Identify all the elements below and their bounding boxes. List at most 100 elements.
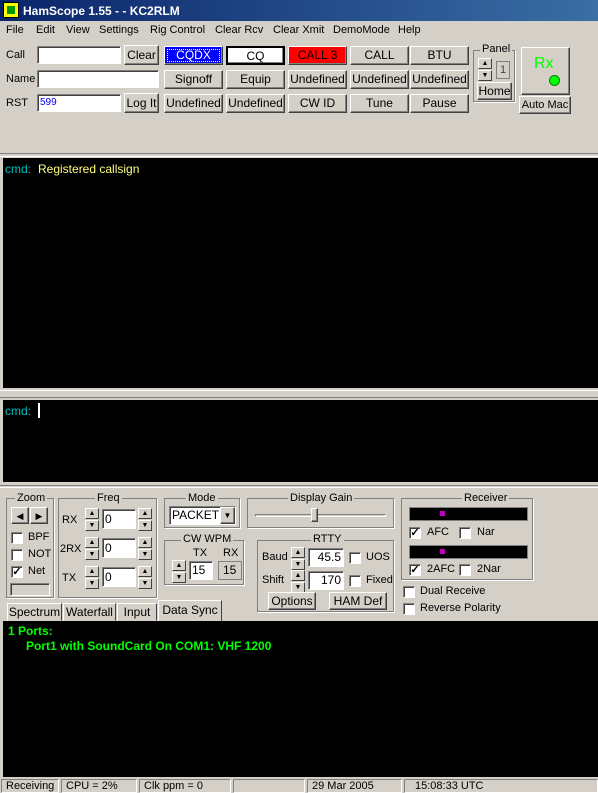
zoom-left-icon[interactable]: ◀ — [11, 507, 29, 524]
menu-help[interactable]: Help — [398, 24, 421, 36]
splitter[interactable] — [0, 390, 598, 398]
options-button[interactable]: Options — [268, 592, 316, 610]
down-arrow-icon[interactable]: ▼ — [138, 549, 152, 560]
tab-input[interactable]: Input — [117, 603, 157, 621]
up-arrow-icon[interactable]: ▲ — [138, 508, 152, 519]
up-arrow-icon[interactable]: ▲ — [85, 508, 99, 519]
name-input[interactable] — [37, 70, 159, 88]
down-arrow-icon[interactable]: ▼ — [138, 520, 152, 531]
shift-spinner[interactable]: ▲ ▼ — [291, 570, 305, 594]
macro-undefined-button[interactable]: Undefined — [226, 94, 285, 113]
down-arrow-icon[interactable]: ▼ — [85, 520, 99, 531]
ham-def-button[interactable]: HAM Def — [329, 592, 387, 610]
mode-select[interactable]: PACKET ▼ — [169, 506, 236, 525]
down-arrow-icon[interactable]: ▼ — [138, 578, 152, 589]
receiver-tuning-bar[interactable] — [409, 507, 528, 521]
macro-tune-button[interactable]: Tune — [350, 94, 409, 113]
macro-pause-button[interactable]: Pause — [410, 94, 469, 113]
down-arrow-icon[interactable]: ▼ — [291, 559, 305, 570]
baud-spinner[interactable]: ▲ ▼ — [291, 547, 305, 571]
dual-receive-checkbox[interactable] — [403, 586, 415, 598]
down-arrow-icon[interactable]: ▼ — [85, 578, 99, 589]
menu-view[interactable]: View — [66, 24, 90, 36]
nar-checkbox[interactable] — [459, 527, 471, 539]
tx-freq-spinner[interactable]: ▲ ▼ — [85, 566, 99, 590]
up-arrow-icon[interactable]: ▲ — [85, 537, 99, 548]
tuning-marker-icon — [440, 549, 445, 554]
fixed-checkbox[interactable] — [349, 575, 361, 587]
data-sync-window[interactable]: 1 Ports: Port1 with SoundCard On COM1: V… — [3, 621, 598, 777]
rx2-freq-spinner-2[interactable]: ▲ ▼ — [138, 537, 152, 561]
up-arrow-icon[interactable]: ▲ — [85, 566, 99, 577]
macro-undefined-button[interactable]: Undefined — [410, 70, 469, 89]
up-arrow-icon[interactable]: ▲ — [138, 566, 152, 577]
macro-equip-button[interactable]: Equip — [226, 70, 285, 89]
down-arrow-icon[interactable]: ▼ — [85, 549, 99, 560]
afc2-checkbox[interactable]: ✓ — [409, 564, 421, 576]
home-button[interactable]: Home — [477, 82, 512, 100]
up-arrow-icon[interactable]: ▲ — [291, 570, 305, 581]
not-checkbox[interactable] — [11, 549, 23, 561]
divider — [0, 485, 598, 488]
panel-spinner[interactable]: ▲ ▼ — [478, 58, 492, 82]
cwwpm-tx-spinner[interactable]: ▲ ▼ — [172, 560, 186, 584]
baud-input[interactable]: 45.5 — [308, 548, 344, 567]
up-arrow-icon[interactable]: ▲ — [291, 547, 305, 558]
menu-clear-rcv[interactable]: Clear Rcv — [215, 24, 263, 36]
rst-input[interactable]: 599 — [37, 94, 121, 112]
down-arrow-icon[interactable]: ▼ — [478, 70, 492, 81]
rx-freq-spinner[interactable]: ▲ ▼ — [85, 508, 99, 532]
menu-file[interactable]: File — [6, 24, 24, 36]
tx-freq-input[interactable]: 0 — [102, 567, 136, 587]
macro-undefined-button[interactable]: Undefined — [164, 94, 223, 113]
shift-input[interactable]: 170 — [308, 571, 344, 590]
nar2-checkbox[interactable] — [459, 564, 471, 576]
reverse-polarity-checkbox[interactable] — [403, 603, 415, 615]
up-arrow-icon[interactable]: ▲ — [172, 560, 186, 571]
down-arrow-icon[interactable]: ▼ — [172, 572, 186, 583]
display-gain-slider[interactable] — [310, 508, 318, 522]
transmit-window[interactable]: cmd: — [3, 400, 598, 482]
receiver-tuning-bar-2[interactable] — [409, 545, 528, 559]
tab-waterfall[interactable]: Waterfall — [63, 603, 116, 621]
macro-cq-button[interactable]: CQ — [226, 46, 285, 65]
menu-edit[interactable]: Edit — [36, 24, 55, 36]
cwwpm-tx-input[interactable]: 15 — [189, 561, 213, 580]
macro-call3-button[interactable]: CALL 3 — [288, 46, 347, 65]
menu-clear-xmit[interactable]: Clear Xmit — [273, 24, 324, 36]
afc-checkbox[interactable]: ✓ — [409, 527, 421, 539]
net-checkbox[interactable]: ✓ — [11, 566, 23, 578]
macro-signoff-button[interactable]: Signoff — [164, 70, 223, 89]
rx2-freq-input[interactable]: 0 — [102, 538, 136, 558]
menu-demomode[interactable]: DemoMode — [333, 24, 390, 36]
call-input[interactable] — [37, 46, 121, 64]
menu-settings[interactable]: Settings — [99, 24, 139, 36]
tab-spectrum[interactable]: Spectrum — [7, 603, 62, 621]
menu-rig-control[interactable]: Rig Control — [150, 24, 205, 36]
receive-window[interactable]: cmd: Registered callsign — [3, 158, 598, 388]
rx-freq-input[interactable]: 0 — [102, 509, 136, 529]
bpf-checkbox[interactable] — [11, 532, 23, 544]
tab-data-sync[interactable]: Data Sync — [158, 600, 222, 622]
chevron-down-icon[interactable]: ▼ — [220, 507, 235, 524]
up-arrow-icon[interactable]: ▲ — [478, 58, 492, 69]
macro-undefined-button[interactable]: Undefined — [350, 70, 409, 89]
up-arrow-icon[interactable]: ▲ — [138, 537, 152, 548]
tx-freq-spinner-2[interactable]: ▲ ▼ — [138, 566, 152, 590]
uos-checkbox[interactable] — [349, 552, 361, 564]
rx-freq-spinner-2[interactable]: ▲ ▼ — [138, 508, 152, 532]
macro-undefined-button[interactable]: Undefined — [288, 70, 347, 89]
macro-cqdx-button[interactable]: CQDX — [164, 46, 223, 65]
macro-cw-id-button[interactable]: CW ID — [288, 94, 347, 113]
afc2-label: 2AFC — [427, 563, 456, 575]
macro-btu-button[interactable]: BTU — [410, 46, 469, 65]
log-it-button[interactable]: Log It — [124, 93, 159, 113]
zoom-right-icon[interactable]: ▶ — [30, 507, 48, 524]
rx-indicator-icon — [549, 75, 560, 86]
rx-button[interactable]: Rx — [521, 47, 570, 95]
nar2-label: 2Nar — [477, 563, 501, 575]
clear-button[interactable]: Clear — [124, 45, 159, 65]
rx2-freq-spinner[interactable]: ▲ ▼ — [85, 537, 99, 561]
macro-call-button[interactable]: CALL — [350, 46, 409, 65]
auto-mac-button[interactable]: Auto Mac — [519, 96, 571, 114]
